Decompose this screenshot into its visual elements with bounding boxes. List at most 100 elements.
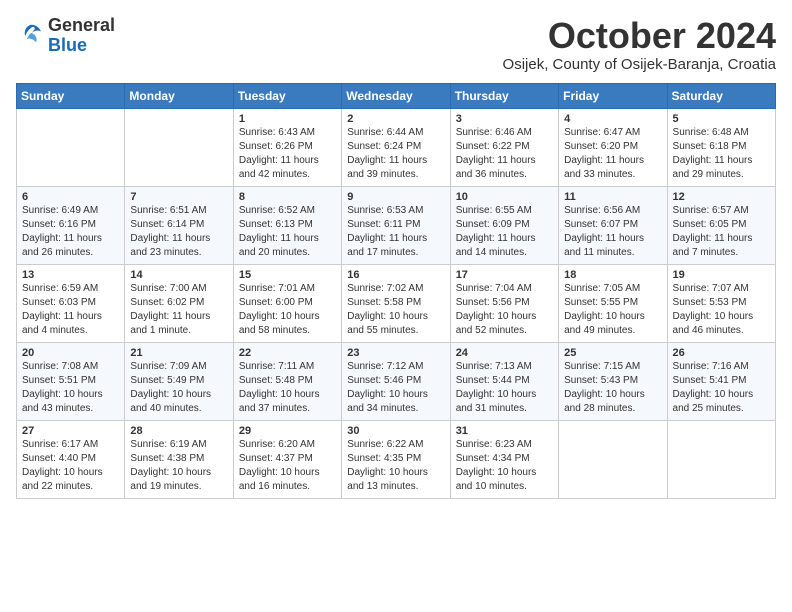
day-info: Sunrise: 7:12 AMSunset: 5:46 PMDaylight:… — [347, 360, 444, 416]
calendar-cell: 29Sunrise: 6:20 AMSunset: 4:37 PMDayligh… — [233, 420, 341, 498]
day-info: Sunrise: 6:55 AMSunset: 6:09 PMDaylight:… — [456, 204, 553, 260]
location-label: Osijek, County of Osijek-Baranja, Croati… — [503, 56, 776, 73]
calendar-table: SundayMondayTuesdayWednesdayThursdayFrid… — [16, 83, 776, 499]
day-number: 19 — [673, 269, 770, 281]
calendar-week-row: 1Sunrise: 6:43 AMSunset: 6:26 PMDaylight… — [17, 108, 776, 186]
calendar-cell: 19Sunrise: 7:07 AMSunset: 5:53 PMDayligh… — [667, 264, 775, 342]
day-info: Sunrise: 7:13 AMSunset: 5:44 PMDaylight:… — [456, 360, 553, 416]
calendar-cell: 6Sunrise: 6:49 AMSunset: 6:16 PMDaylight… — [17, 186, 125, 264]
day-info: Sunrise: 6:49 AMSunset: 6:16 PMDaylight:… — [22, 204, 119, 260]
calendar-cell: 12Sunrise: 6:57 AMSunset: 6:05 PMDayligh… — [667, 186, 775, 264]
day-number: 18 — [564, 269, 661, 281]
calendar-cell — [125, 108, 233, 186]
day-number: 28 — [130, 425, 227, 437]
day-info: Sunrise: 6:56 AMSunset: 6:07 PMDaylight:… — [564, 204, 661, 260]
day-info: Sunrise: 6:22 AMSunset: 4:35 PMDaylight:… — [347, 438, 444, 494]
calendar-cell: 24Sunrise: 7:13 AMSunset: 5:44 PMDayligh… — [450, 342, 558, 420]
calendar-cell: 3Sunrise: 6:46 AMSunset: 6:22 PMDaylight… — [450, 108, 558, 186]
calendar-cell: 4Sunrise: 6:47 AMSunset: 6:20 PMDaylight… — [559, 108, 667, 186]
calendar-cell: 26Sunrise: 7:16 AMSunset: 5:41 PMDayligh… — [667, 342, 775, 420]
logo-bird-icon — [16, 22, 44, 50]
calendar-cell: 27Sunrise: 6:17 AMSunset: 4:40 PMDayligh… — [17, 420, 125, 498]
day-number: 23 — [347, 347, 444, 359]
day-number: 25 — [564, 347, 661, 359]
day-number: 16 — [347, 269, 444, 281]
day-info: Sunrise: 7:08 AMSunset: 5:51 PMDaylight:… — [22, 360, 119, 416]
calendar-cell: 23Sunrise: 7:12 AMSunset: 5:46 PMDayligh… — [342, 342, 450, 420]
day-header-tuesday: Tuesday — [233, 83, 341, 108]
day-info: Sunrise: 7:16 AMSunset: 5:41 PMDaylight:… — [673, 360, 770, 416]
day-number: 3 — [456, 113, 553, 125]
calendar-week-row: 20Sunrise: 7:08 AMSunset: 5:51 PMDayligh… — [17, 342, 776, 420]
day-number: 9 — [347, 191, 444, 203]
calendar-cell: 21Sunrise: 7:09 AMSunset: 5:49 PMDayligh… — [125, 342, 233, 420]
calendar-cell: 5Sunrise: 6:48 AMSunset: 6:18 PMDaylight… — [667, 108, 775, 186]
day-number: 21 — [130, 347, 227, 359]
day-info: Sunrise: 7:09 AMSunset: 5:49 PMDaylight:… — [130, 360, 227, 416]
day-header-monday: Monday — [125, 83, 233, 108]
day-number: 8 — [239, 191, 336, 203]
day-number: 22 — [239, 347, 336, 359]
day-number: 14 — [130, 269, 227, 281]
calendar-cell: 1Sunrise: 6:43 AMSunset: 6:26 PMDaylight… — [233, 108, 341, 186]
day-header-friday: Friday — [559, 83, 667, 108]
day-info: Sunrise: 6:23 AMSunset: 4:34 PMDaylight:… — [456, 438, 553, 494]
day-header-wednesday: Wednesday — [342, 83, 450, 108]
day-info: Sunrise: 6:47 AMSunset: 6:20 PMDaylight:… — [564, 126, 661, 182]
calendar-cell — [667, 420, 775, 498]
day-number: 26 — [673, 347, 770, 359]
day-info: Sunrise: 7:01 AMSunset: 6:00 PMDaylight:… — [239, 282, 336, 338]
day-number: 5 — [673, 113, 770, 125]
day-info: Sunrise: 7:04 AMSunset: 5:56 PMDaylight:… — [456, 282, 553, 338]
calendar-cell: 13Sunrise: 6:59 AMSunset: 6:03 PMDayligh… — [17, 264, 125, 342]
calendar-week-row: 27Sunrise: 6:17 AMSunset: 4:40 PMDayligh… — [17, 420, 776, 498]
calendar-cell: 9Sunrise: 6:53 AMSunset: 6:11 PMDaylight… — [342, 186, 450, 264]
title-section: October 2024 Osijek, County of Osijek-Ba… — [503, 16, 776, 73]
calendar-cell: 28Sunrise: 6:19 AMSunset: 4:38 PMDayligh… — [125, 420, 233, 498]
calendar-cell: 10Sunrise: 6:55 AMSunset: 6:09 PMDayligh… — [450, 186, 558, 264]
day-number: 17 — [456, 269, 553, 281]
day-info: Sunrise: 6:48 AMSunset: 6:18 PMDaylight:… — [673, 126, 770, 182]
calendar-header-row: SundayMondayTuesdayWednesdayThursdayFrid… — [17, 83, 776, 108]
day-number: 24 — [456, 347, 553, 359]
day-header-saturday: Saturday — [667, 83, 775, 108]
calendar-cell: 8Sunrise: 6:52 AMSunset: 6:13 PMDaylight… — [233, 186, 341, 264]
calendar-cell: 7Sunrise: 6:51 AMSunset: 6:14 PMDaylight… — [125, 186, 233, 264]
day-info: Sunrise: 7:05 AMSunset: 5:55 PMDaylight:… — [564, 282, 661, 338]
day-info: Sunrise: 7:15 AMSunset: 5:43 PMDaylight:… — [564, 360, 661, 416]
day-header-thursday: Thursday — [450, 83, 558, 108]
calendar-cell: 2Sunrise: 6:44 AMSunset: 6:24 PMDaylight… — [342, 108, 450, 186]
calendar-cell: 17Sunrise: 7:04 AMSunset: 5:56 PMDayligh… — [450, 264, 558, 342]
logo: General Blue — [16, 16, 115, 56]
day-info: Sunrise: 6:59 AMSunset: 6:03 PMDaylight:… — [22, 282, 119, 338]
calendar-cell: 20Sunrise: 7:08 AMSunset: 5:51 PMDayligh… — [17, 342, 125, 420]
day-number: 27 — [22, 425, 119, 437]
day-number: 7 — [130, 191, 227, 203]
day-number: 4 — [564, 113, 661, 125]
day-number: 10 — [456, 191, 553, 203]
day-info: Sunrise: 6:52 AMSunset: 6:13 PMDaylight:… — [239, 204, 336, 260]
day-number: 15 — [239, 269, 336, 281]
day-number: 2 — [347, 113, 444, 125]
day-info: Sunrise: 6:20 AMSunset: 4:37 PMDaylight:… — [239, 438, 336, 494]
calendar-cell: 25Sunrise: 7:15 AMSunset: 5:43 PMDayligh… — [559, 342, 667, 420]
day-info: Sunrise: 7:02 AMSunset: 5:58 PMDaylight:… — [347, 282, 444, 338]
day-info: Sunrise: 6:53 AMSunset: 6:11 PMDaylight:… — [347, 204, 444, 260]
day-info: Sunrise: 7:00 AMSunset: 6:02 PMDaylight:… — [130, 282, 227, 338]
day-info: Sunrise: 6:44 AMSunset: 6:24 PMDaylight:… — [347, 126, 444, 182]
day-number: 6 — [22, 191, 119, 203]
page-header: General Blue October 2024 Osijek, County… — [16, 16, 776, 73]
calendar-cell: 30Sunrise: 6:22 AMSunset: 4:35 PMDayligh… — [342, 420, 450, 498]
day-number: 30 — [347, 425, 444, 437]
calendar-week-row: 6Sunrise: 6:49 AMSunset: 6:16 PMDaylight… — [17, 186, 776, 264]
day-number: 29 — [239, 425, 336, 437]
day-info: Sunrise: 6:19 AMSunset: 4:38 PMDaylight:… — [130, 438, 227, 494]
logo-text: General Blue — [48, 16, 115, 56]
calendar-cell — [559, 420, 667, 498]
day-info: Sunrise: 6:46 AMSunset: 6:22 PMDaylight:… — [456, 126, 553, 182]
day-number: 12 — [673, 191, 770, 203]
month-title: October 2024 — [503, 16, 776, 56]
calendar-cell — [17, 108, 125, 186]
calendar-cell: 31Sunrise: 6:23 AMSunset: 4:34 PMDayligh… — [450, 420, 558, 498]
day-info: Sunrise: 6:51 AMSunset: 6:14 PMDaylight:… — [130, 204, 227, 260]
